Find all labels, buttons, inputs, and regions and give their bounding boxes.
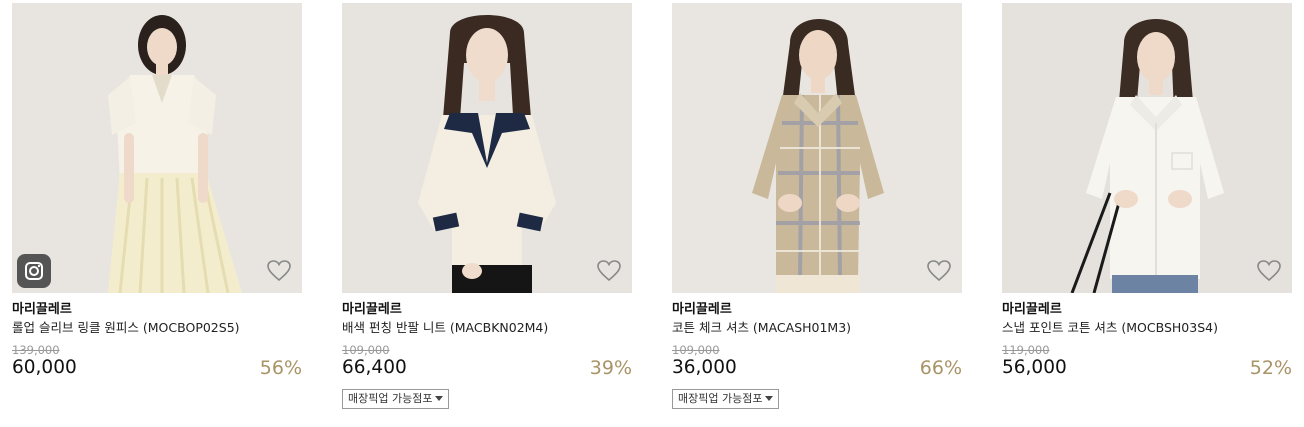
store-pickup-dropdown[interactable]: 매장픽업 가능점포 [672,389,780,409]
sale-price: 66,400 [342,357,407,378]
instagram-icon [25,262,43,280]
sale-price: 60,000 [12,357,77,378]
product-grid: 마리끌레르 롤업 슬리브 링클 원피스 (MOCBOP02S5) 139,000… [0,0,1304,427]
product-name[interactable]: 코튼 체크 셔츠 (MACASH01M3) [672,320,962,336]
caret-down-icon [765,396,774,401]
original-price: 119,000 [1002,343,1050,357]
heart-outline-icon[interactable] [1256,259,1282,283]
product-photo [672,3,962,293]
product-name[interactable]: 롤업 슬리브 링클 원피스 (MOCBOP02S5) [12,320,302,336]
product-card[interactable]: 마리끌레르 롤업 슬리브 링클 원피스 (MOCBOP02S5) 139,000… [12,3,302,379]
caret-down-icon [435,396,444,401]
price-row: 60,000 56% [12,357,302,379]
price-row: 56,000 52% [1002,357,1292,379]
price-row: 36,000 66% [672,357,962,379]
product-name[interactable]: 배색 펀칭 반팔 니트 (MACBKN02M4) [342,320,632,336]
product-photo [342,3,632,293]
sale-price: 36,000 [672,357,737,378]
product-brand: 마리끌레르 [342,302,402,317]
discount-rate: 52% [1249,357,1292,379]
product-name[interactable]: 스냅 포인트 코튼 셔츠 (MOCBSH03S4) [1002,320,1292,336]
product-card[interactable]: 마리끌레르 스냅 포인트 코튼 셔츠 (MOCBSH03S4) 119,000 … [1002,3,1292,379]
product-card[interactable]: 마리끌레르 코튼 체크 셔츠 (MACASH01M3) 109,000 36,0… [672,3,962,409]
heart-outline-icon[interactable] [926,259,952,283]
discount-rate: 39% [589,357,632,379]
product-brand: 마리끌레르 [12,302,72,317]
original-price: 109,000 [342,343,390,357]
original-price: 109,000 [672,343,720,357]
product-photo [1002,3,1292,293]
store-pickup-dropdown[interactable]: 매장픽업 가능점포 [342,389,450,409]
sale-price: 56,000 [1002,357,1067,378]
price-row: 66,400 39% [342,357,632,379]
product-image[interactable] [342,3,632,293]
product-image[interactable] [672,3,962,293]
store-pickup-label: 매장픽업 가능점포 [348,392,433,405]
discount-rate: 66% [919,357,962,379]
product-brand: 마리끌레르 [1002,302,1062,317]
product-photo [12,3,302,293]
discount-rate: 56% [259,357,302,379]
original-price: 139,000 [12,343,60,357]
product-image[interactable] [12,3,302,293]
product-brand: 마리끌레르 [672,302,732,317]
instagram-badge[interactable] [17,254,51,288]
heart-outline-icon[interactable] [596,259,622,283]
product-card[interactable]: 마리끌레르 배색 펀칭 반팔 니트 (MACBKN02M4) 109,000 6… [342,3,632,409]
store-pickup-label: 매장픽업 가능점포 [678,392,763,405]
product-image[interactable] [1002,3,1292,293]
heart-outline-icon[interactable] [266,259,292,283]
